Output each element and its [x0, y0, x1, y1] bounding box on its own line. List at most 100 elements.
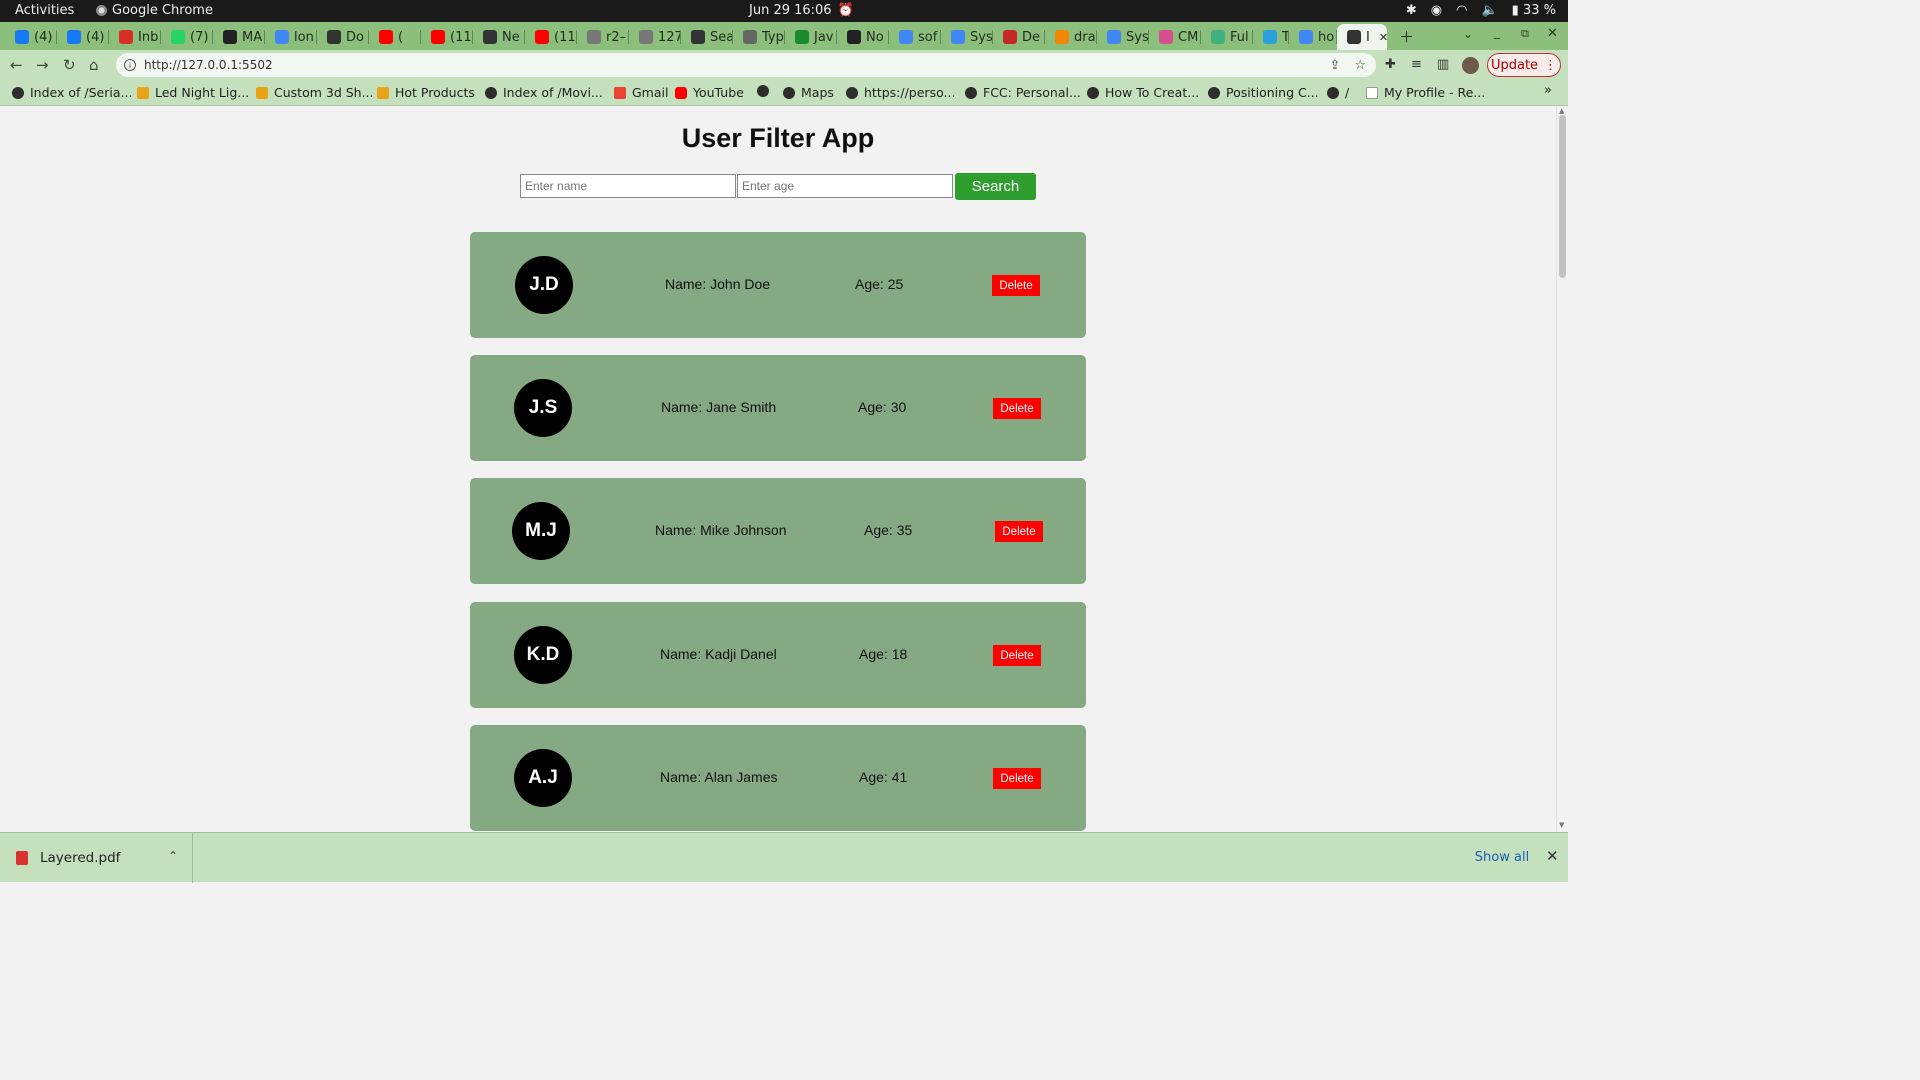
tab-label: Typ: [762, 29, 784, 45]
reload-icon[interactable]: ↻: [63, 56, 76, 74]
bookmark-star-icon[interactable]: ☆: [1354, 58, 1366, 73]
tab-1[interactable]: (4): [57, 26, 109, 48]
home-icon[interactable]: ⌂: [89, 56, 99, 74]
tab-2[interactable]: Inb: [109, 26, 161, 48]
tab-8[interactable]: (11: [421, 26, 473, 48]
scroll-up-icon[interactable]: ▲: [1559, 107, 1564, 115]
scroll-down-icon[interactable]: ▼: [1559, 821, 1564, 829]
bookmark-8[interactable]: Maps: [783, 85, 834, 100]
tab-11[interactable]: r2–: [577, 26, 629, 48]
app-menu[interactable]: Google Chrome: [96, 3, 213, 18]
activities-button[interactable]: Activities: [15, 3, 74, 18]
address-bar[interactable]: i http://127.0.0.1:5502 ⇪ ☆: [116, 53, 1376, 77]
tab-16[interactable]: No: [837, 26, 889, 48]
bookmark-1[interactable]: Led Night Lig...: [137, 85, 249, 100]
tab-6[interactable]: Do: [317, 26, 369, 48]
profile-avatar[interactable]: [1462, 57, 1479, 74]
delete-button[interactable]: Delete: [993, 645, 1041, 666]
chevron-up-icon[interactable]: ⌃: [168, 849, 178, 863]
bookmark-7[interactable]: [757, 85, 775, 97]
tab-22[interactable]: CM: [1149, 26, 1201, 48]
doc-icon: [1366, 86, 1378, 99]
tab-label: (7): [190, 29, 209, 45]
tab-19[interactable]: De: [993, 26, 1045, 48]
bookmarks-overflow-icon[interactable]: »: [1544, 83, 1552, 98]
tab-23[interactable]: Ful: [1201, 26, 1253, 48]
bookmark-14[interactable]: My Profile - Re...: [1366, 85, 1485, 100]
tab-5[interactable]: lon: [265, 26, 317, 48]
user-card: M.J Name: Mike Johnson Age: 35 Delete: [470, 478, 1086, 584]
restore-button[interactable]: ⧉: [1521, 27, 1529, 41]
media-queue-icon[interactable]: ≡: [1411, 57, 1422, 72]
globe-icon: [639, 30, 653, 44]
share-icon[interactable]: ⇪: [1329, 58, 1340, 73]
tab-7[interactable]: (: [369, 26, 421, 48]
bookmark-10[interactable]: FCC: Personal...: [965, 85, 1081, 100]
tab-15[interactable]: Jav: [785, 26, 837, 48]
name-input[interactable]: [520, 174, 736, 198]
tab-17[interactable]: sof: [889, 26, 941, 48]
close-tab-icon[interactable]: ✕: [1379, 31, 1387, 44]
tab-13[interactable]: Sea: [681, 26, 733, 48]
bookmark-13[interactable]: /: [1327, 85, 1349, 100]
tab-10[interactable]: (11: [525, 26, 577, 48]
page-viewport: User Filter App Search J.D Name: John Doe…: [0, 107, 1556, 832]
bookmark-3[interactable]: Hot Products: [377, 85, 475, 100]
tab-25[interactable]: ho: [1289, 26, 1337, 48]
back-icon[interactable]: ←: [10, 56, 23, 74]
close-window-button[interactable]: ✕: [1547, 26, 1558, 41]
new-tab-button[interactable]: ＋: [1399, 26, 1414, 47]
tab-18[interactable]: Sys: [941, 26, 993, 48]
tab-20[interactable]: dra: [1045, 26, 1097, 48]
close-downloads-icon[interactable]: ✕: [1546, 847, 1559, 865]
bookmark-5[interactable]: Gmail: [614, 85, 668, 100]
bookmark-11[interactable]: How To Creat...: [1087, 85, 1199, 100]
datetime: Jun 29 16:06: [749, 3, 832, 18]
tab-search-icon[interactable]: ⌄: [1463, 27, 1473, 41]
tab-14[interactable]: Typ: [733, 26, 785, 48]
age-input[interactable]: [737, 174, 953, 198]
forward-icon[interactable]: →: [36, 56, 49, 74]
update-label: Update: [1490, 57, 1539, 73]
tab-9[interactable]: Ne: [473, 26, 525, 48]
facebook-icon: [15, 30, 29, 44]
update-button[interactable]: Update ⋮: [1487, 53, 1561, 77]
tab-4[interactable]: MA: [213, 26, 265, 48]
delete-button[interactable]: Delete: [992, 275, 1040, 296]
youtube-icon: [379, 30, 393, 44]
gmail-icon: [119, 30, 133, 44]
globe-icon: [587, 30, 601, 44]
clock[interactable]: Jun 29 16:06 ⏰: [749, 3, 854, 18]
delete-button[interactable]: Delete: [995, 521, 1043, 542]
bookmark-12[interactable]: Positioning C...: [1208, 85, 1319, 100]
minimize-button[interactable]: _: [1494, 25, 1500, 39]
system-tray[interactable]: ✱ ◉ ◠ 🔈 ▮ 33 %: [1406, 3, 1556, 18]
bookmark-2[interactable]: Custom 3d Sh...: [256, 85, 374, 100]
page-scrollbar[interactable]: ▲ ▼: [1556, 107, 1568, 832]
extensions-icon[interactable]: ✚: [1385, 57, 1396, 72]
google-icon: [275, 30, 289, 44]
download-item[interactable]: Layered.pdf ⌃: [0, 833, 193, 883]
show-all-downloads-button[interactable]: Show all: [1470, 843, 1534, 871]
delete-button[interactable]: Delete: [993, 768, 1041, 789]
scrollbar-thumb[interactable]: [1559, 115, 1566, 278]
tab-0[interactable]: (4): [5, 26, 57, 48]
bookmark-6[interactable]: YouTube: [675, 85, 744, 100]
tab-12[interactable]: 127: [629, 26, 681, 48]
user-age: Age: 30: [858, 399, 907, 415]
tab-26[interactable]: I ✕: [1337, 24, 1387, 50]
tab-label: Do: [346, 29, 364, 45]
site-info-icon[interactable]: i: [124, 59, 136, 71]
youtube-icon: [431, 30, 445, 44]
bookmark-9[interactable]: https://perso...: [846, 85, 955, 100]
tab-label: lon: [294, 29, 314, 45]
tab-24[interactable]: Tel: [1253, 26, 1289, 48]
bookmark-4[interactable]: Index of /Movi...: [485, 85, 603, 100]
search-button[interactable]: Search: [955, 173, 1036, 200]
delete-button[interactable]: Delete: [993, 398, 1041, 419]
bookmark-0[interactable]: Index of /Seria...: [12, 85, 132, 100]
tab-21[interactable]: Sys: [1097, 26, 1149, 48]
side-panel-icon[interactable]: ▥: [1437, 57, 1449, 72]
tab-3[interactable]: (7): [161, 26, 213, 48]
bookmark-label: My Profile - Re...: [1384, 85, 1486, 100]
